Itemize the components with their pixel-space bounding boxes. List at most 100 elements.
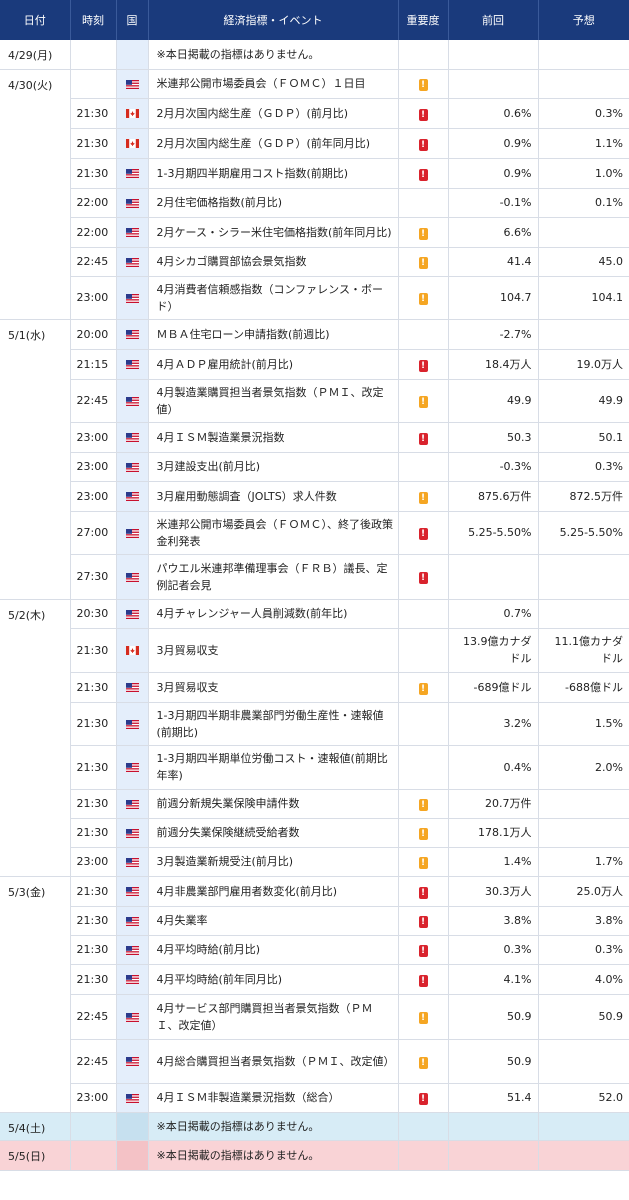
event-cell[interactable]: パウエル米連邦準備理事会（ＦＲＢ）議長、定例記者会見 xyxy=(148,554,398,600)
event-cell[interactable]: 2月住宅価格指数(前月比) xyxy=(148,188,398,218)
forecast-value-cell xyxy=(538,319,629,350)
header-forecast[interactable]: 予想 xyxy=(538,0,629,40)
header-previous[interactable]: 前回 xyxy=(448,0,539,40)
time-cell: 23:00 xyxy=(70,422,116,453)
event-cell[interactable]: 4月平均時給(前年同月比) xyxy=(148,964,398,995)
importance-cell: ! xyxy=(397,847,449,877)
event-cell[interactable]: 3月建設支出(前月比) xyxy=(148,452,398,482)
event-cell[interactable]: 4月シカゴ購買部協会景気指数 xyxy=(148,247,398,277)
header-date[interactable]: 日付 xyxy=(0,0,71,40)
table-row: 21:30 1-3月期四半期単位労働コスト・速報値(前期比年率) 0.4% 2.0% xyxy=(0,745,629,790)
previous-value-cell: 6.6% xyxy=(448,217,539,248)
previous-value-cell: 3.2% xyxy=(448,702,539,746)
header-time[interactable]: 時刻 xyxy=(70,0,117,40)
importance-medium-icon: ! xyxy=(418,227,428,240)
event-cell[interactable]: 前週分失業保険継続受給者数 xyxy=(148,818,398,848)
us-flag-icon xyxy=(125,887,139,896)
event-cell[interactable]: 米連邦公開市場委員会（ＦＯＭＣ）、終了後政策金利発表 xyxy=(148,511,398,555)
event-cell[interactable]: 4月総合購買担当者景気指数（ＰＭＩ、改定値） xyxy=(148,1039,398,1084)
country-cell xyxy=(115,319,149,350)
date-cell xyxy=(0,481,71,511)
previous-value-cell: 0.9% xyxy=(448,158,539,189)
event-cell[interactable]: 2月月次国内総生産（ＧＤＰ）(前年同月比) xyxy=(148,128,398,159)
forecast-value-cell xyxy=(538,69,629,99)
event-cell[interactable]: 3月貿易収支 xyxy=(148,628,398,673)
importance-high-icon: ! xyxy=(418,138,428,151)
importance-cell xyxy=(397,702,449,746)
country-cell xyxy=(115,128,149,159)
event-cell[interactable]: 4月非農業部門雇用者数変化(前月比) xyxy=(148,876,398,907)
importance-high-icon: ! xyxy=(418,572,428,584)
importance-cell xyxy=(397,188,449,218)
event-cell[interactable]: 3月貿易収支 xyxy=(148,672,398,703)
event-cell[interactable]: 2月ケース・シラー米住宅価格指数(前年同月比) xyxy=(148,217,398,248)
forecast-value-cell: 1.0% xyxy=(538,158,629,189)
importance-high-icon: ! xyxy=(418,1093,428,1105)
table-row: 27:00 米連邦公開市場委員会（ＦＯＭＣ）、終了後政策金利発表! 5.25-5.5… xyxy=(0,511,629,555)
event-cell[interactable]: 3月雇用動態調査（JOLTS）求人件数 xyxy=(148,481,398,512)
header-importance[interactable]: 重要度 xyxy=(398,0,449,40)
event-cell[interactable]: ＭＢＡ住宅ローン申請指数(前週比) xyxy=(148,319,398,350)
event-cell[interactable]: 4月チャレンジャー人員削減数(前年比) xyxy=(148,599,398,629)
event-cell[interactable]: 1-3月期四半期単位労働コスト・速報値(前期比年率) xyxy=(148,745,398,790)
time-cell: 21:30 xyxy=(70,702,116,746)
event-cell[interactable]: 3月製造業新規受注(前月比) xyxy=(148,847,398,877)
event-cell[interactable]: 1-3月期四半期雇用コスト指数(前期比) xyxy=(148,158,398,189)
date-cell xyxy=(0,511,71,554)
date-cell xyxy=(0,1039,71,1083)
previous-value-cell: 50.9 xyxy=(448,1039,539,1084)
event-cell[interactable]: 4月失業率 xyxy=(148,906,398,936)
date-cell xyxy=(0,349,71,379)
importance-cell xyxy=(397,1140,449,1171)
event-cell[interactable]: 4月消費者信頼感指数（コンファレンス・ボード） xyxy=(148,276,398,320)
date-cell xyxy=(0,422,71,452)
event-cell[interactable]: ※本日掲載の指標はありません。 xyxy=(148,40,398,70)
importance-medium-icon: ! xyxy=(418,799,428,811)
table-row: 23:00 4月消費者信頼感指数（コンファレンス・ボード）! 104.7 104.1 xyxy=(0,276,629,320)
event-cell[interactable]: 1-3月期四半期非農業部門労働生産性・速報値(前期比) xyxy=(148,702,398,746)
us-flag-icon xyxy=(125,572,139,582)
header-event[interactable]: 経済指標・イベント xyxy=(148,0,399,40)
date-cell xyxy=(0,217,71,247)
header-country[interactable]: 国 xyxy=(116,0,149,40)
us-flag-icon xyxy=(125,1012,139,1022)
time-cell: 20:30 xyxy=(70,599,116,629)
event-cell[interactable]: 4月平均時給(前月比) xyxy=(148,935,398,965)
country-cell xyxy=(115,1112,149,1141)
event-cell[interactable]: 4月ＩＳＭ製造業景況指数 xyxy=(148,422,398,453)
event-cell[interactable]: 4月製造業購買担当者景気指数（ＰＭＩ、改定値） xyxy=(148,379,398,423)
date-cell: 4/29(月) xyxy=(0,40,71,70)
canada-flag-icon xyxy=(125,646,139,655)
event-cell[interactable]: 4月ＩＳＭ非製造業景況指数（総合） xyxy=(148,1083,398,1113)
importance-high-icon: ! xyxy=(418,432,428,445)
importance-cell xyxy=(397,452,449,482)
event-cell[interactable]: ※本日掲載の指標はありません。 xyxy=(148,1140,398,1171)
importance-high-icon: ! xyxy=(418,108,428,121)
country-cell xyxy=(115,69,149,99)
forecast-value-cell xyxy=(538,40,629,70)
time-cell: 20:00 xyxy=(70,319,116,350)
previous-value-cell: 13.9億カナダドル xyxy=(448,628,539,673)
date-cell: 5/1(水) xyxy=(0,319,71,349)
date-cell xyxy=(0,745,71,789)
us-flag-icon xyxy=(125,683,139,692)
importance-cell: ! xyxy=(397,935,449,965)
event-cell[interactable]: ※本日掲載の指標はありません。 xyxy=(148,1112,398,1141)
importance-high-icon: ! xyxy=(418,528,428,540)
country-cell xyxy=(115,217,149,248)
importance-cell xyxy=(397,599,449,629)
us-flag-icon xyxy=(125,528,139,538)
importance-cell: ! xyxy=(397,422,449,453)
event-cell[interactable]: 米連邦公開市場委員会（ＦＯＭＣ）１日目 xyxy=(148,69,398,99)
us-flag-icon xyxy=(125,609,139,619)
event-cell[interactable]: 前週分新規失業保険申請件数 xyxy=(148,789,398,819)
time-cell: 21:30 xyxy=(70,158,116,189)
event-cell[interactable]: 4月ＡＤＰ雇用統計(前月比) xyxy=(148,349,398,380)
previous-value-cell: 0.9% xyxy=(448,128,539,159)
event-cell[interactable]: 4月サービス部門購買担当者景気指数（ＰＭＩ、改定値） xyxy=(148,994,398,1040)
table-row: 27:30 パウエル米連邦準備理事会（ＦＲＢ）議長、定例記者会見! xyxy=(0,554,629,600)
table-row: 21:30 前週分失業保険継続受給者数! 178.1万人 xyxy=(0,818,629,848)
table-row: 21:30 4月平均時給(前年同月比)! 4.1% 4.0% xyxy=(0,964,629,995)
time-cell: 21:30 xyxy=(70,789,116,819)
event-cell[interactable]: 2月月次国内総生産（ＧＤＰ）(前月比) xyxy=(148,98,398,129)
